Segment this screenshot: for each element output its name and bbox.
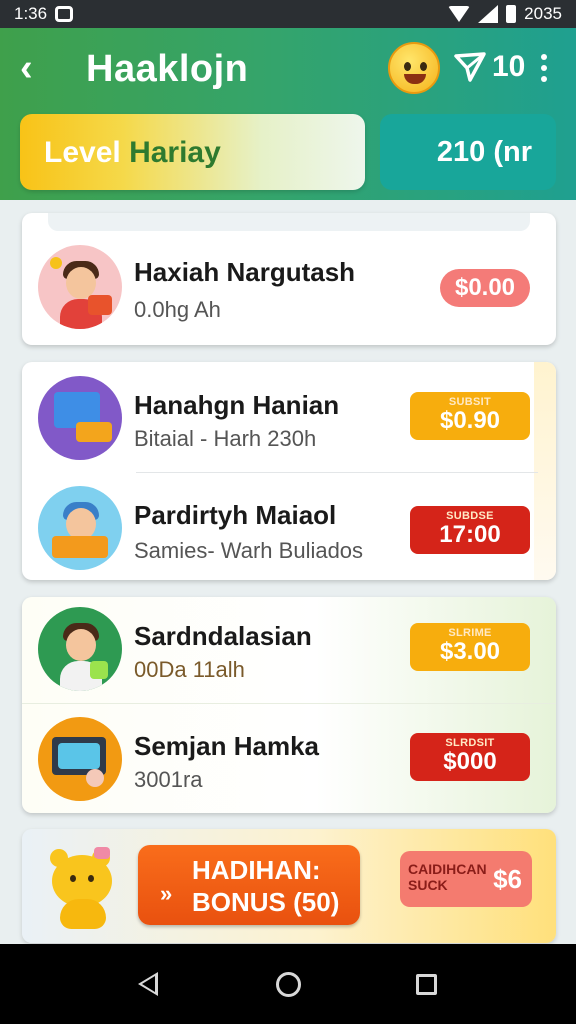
price-value: $3.00 xyxy=(439,638,501,665)
avatar xyxy=(38,717,122,801)
bonus-card: » HADIHAN: BONUS (50) CAIDIHCAN SUCK $6 xyxy=(22,829,556,943)
avatar xyxy=(38,245,122,329)
bear-eye xyxy=(88,875,94,882)
avatar-face xyxy=(66,629,96,661)
bonus-title: HADIHAN: xyxy=(192,855,321,885)
kebab-dot xyxy=(541,76,547,82)
coin-icon xyxy=(50,257,62,269)
item-subtitle: Samies- Warh Buliados xyxy=(134,538,364,563)
list-item[interactable]: Hanahgn Hanian Bitaial - Harh 230h SUBSI… xyxy=(22,362,556,474)
price-badge[interactable]: $0.00 xyxy=(440,269,530,307)
mascot-eye xyxy=(404,62,411,71)
mascot-mouth xyxy=(404,74,426,84)
avatar xyxy=(38,607,122,691)
nav-recents-icon[interactable] xyxy=(416,974,437,995)
points-value: 210 (nr xyxy=(436,136,532,168)
kebab-dot xyxy=(541,54,547,60)
chevron-right-icon: » xyxy=(160,881,173,906)
toy-car-icon xyxy=(76,422,112,442)
bear-body xyxy=(60,899,106,929)
list-item[interactable]: Semjan Hamka 3001ra SLRDSIT $000 xyxy=(22,703,556,813)
truck-icon xyxy=(52,536,108,558)
item-subtitle: 0.0hg Ah xyxy=(134,297,221,322)
item-name: Sardndalasian xyxy=(134,621,312,651)
price-value: 17:00 xyxy=(439,521,501,548)
wifi-icon xyxy=(448,6,471,22)
smiley-mascot-icon[interactable] xyxy=(388,42,440,94)
back-button[interactable]: ‹ xyxy=(20,49,50,88)
price-value: $0.00 xyxy=(454,274,516,301)
bonus-price-value: $6 xyxy=(493,864,522,894)
item-subtitle: 00Da 11alh xyxy=(134,657,245,682)
price-badge[interactable]: SLRIME $3.00 xyxy=(410,623,530,671)
mascot-eye xyxy=(420,62,427,71)
app-header: ‹ Haaklojn 10 Level Hariay 210 (nr xyxy=(0,28,576,200)
signal-icon xyxy=(478,5,499,23)
avatar xyxy=(38,486,122,570)
list-item[interactable]: Pardirtyh Maiaol Samies- Warh Buliados S… xyxy=(22,472,556,580)
price-badge[interactable]: SUBDSE 17:00 xyxy=(410,506,530,554)
sticker-icon xyxy=(90,661,108,679)
level-label: Level Hariay xyxy=(44,136,221,170)
list-item[interactable]: Haxiah Nargutash 0.0hg Ah $0.00 xyxy=(22,227,556,339)
item-name: Pardirtyh Maiaol xyxy=(134,500,337,530)
gift-icon xyxy=(88,295,112,315)
tablet-screen xyxy=(58,743,100,769)
bonus-price-tag: CAIDIHCAN SUCK xyxy=(408,861,487,893)
item-name: Semjan Hamka xyxy=(134,731,319,761)
item-subtitle: 3001ra xyxy=(134,767,203,792)
page-title: Haaklojn xyxy=(86,48,249,90)
bear-eye xyxy=(70,875,76,882)
status-time: 1:36 xyxy=(14,4,48,23)
price-badge[interactable]: SLRDSIT $000 xyxy=(410,733,530,781)
bear-mascot-icon xyxy=(46,847,122,929)
status-bar: 1:36 2035 xyxy=(0,0,576,28)
item-subtitle: Bitaial - Harh 230h xyxy=(134,426,317,451)
cookie-icon xyxy=(86,769,104,787)
arrow-left-icon: ‹ xyxy=(20,47,33,89)
nav-back-icon[interactable] xyxy=(138,972,158,996)
level-label-name: Hariay xyxy=(129,136,221,169)
system-nav-bar xyxy=(0,944,576,1024)
battery-icon xyxy=(506,5,517,23)
kebab-dot xyxy=(541,65,547,71)
level-card[interactable]: Level Hariay xyxy=(20,114,365,190)
list-card: Sardndalasian 00Da 11alh SLRIME $3.00 Se… xyxy=(22,597,556,813)
kebab-menu-icon[interactable] xyxy=(540,54,548,82)
price-value: $0.90 xyxy=(439,407,501,434)
paper-plane-icon[interactable] xyxy=(454,52,486,82)
list-card: Hanahgn Hanian Bitaial - Harh 230h SUBSI… xyxy=(22,362,556,580)
price-badge[interactable]: SUBSIT $0.90 xyxy=(410,392,530,440)
counter-value: 10 xyxy=(492,50,526,83)
points-card[interactable]: 210 (nr xyxy=(380,114,556,190)
level-label-prefix: Level xyxy=(44,136,130,169)
nav-home-icon[interactable] xyxy=(276,972,301,997)
price-value: $000 xyxy=(443,748,497,775)
item-name: Hanahgn Hanian xyxy=(134,390,340,420)
status-battery-text: 2035 xyxy=(524,4,562,23)
list-card: Haxiah Nargutash 0.0hg Ah $0.00 xyxy=(22,213,556,345)
bonus-subtitle: BONUS (50) xyxy=(192,887,340,917)
avatar xyxy=(38,376,122,460)
bonus-price-badge[interactable]: CAIDIHCAN SUCK $6 xyxy=(400,851,532,907)
notification-icon xyxy=(55,6,74,22)
item-name: Haxiah Nargutash xyxy=(134,257,356,287)
list-item[interactable]: Sardndalasian 00Da 11alh SLRIME $3.00 xyxy=(22,597,556,709)
bonus-button[interactable]: » HADIHAN: BONUS (50) xyxy=(138,845,360,925)
